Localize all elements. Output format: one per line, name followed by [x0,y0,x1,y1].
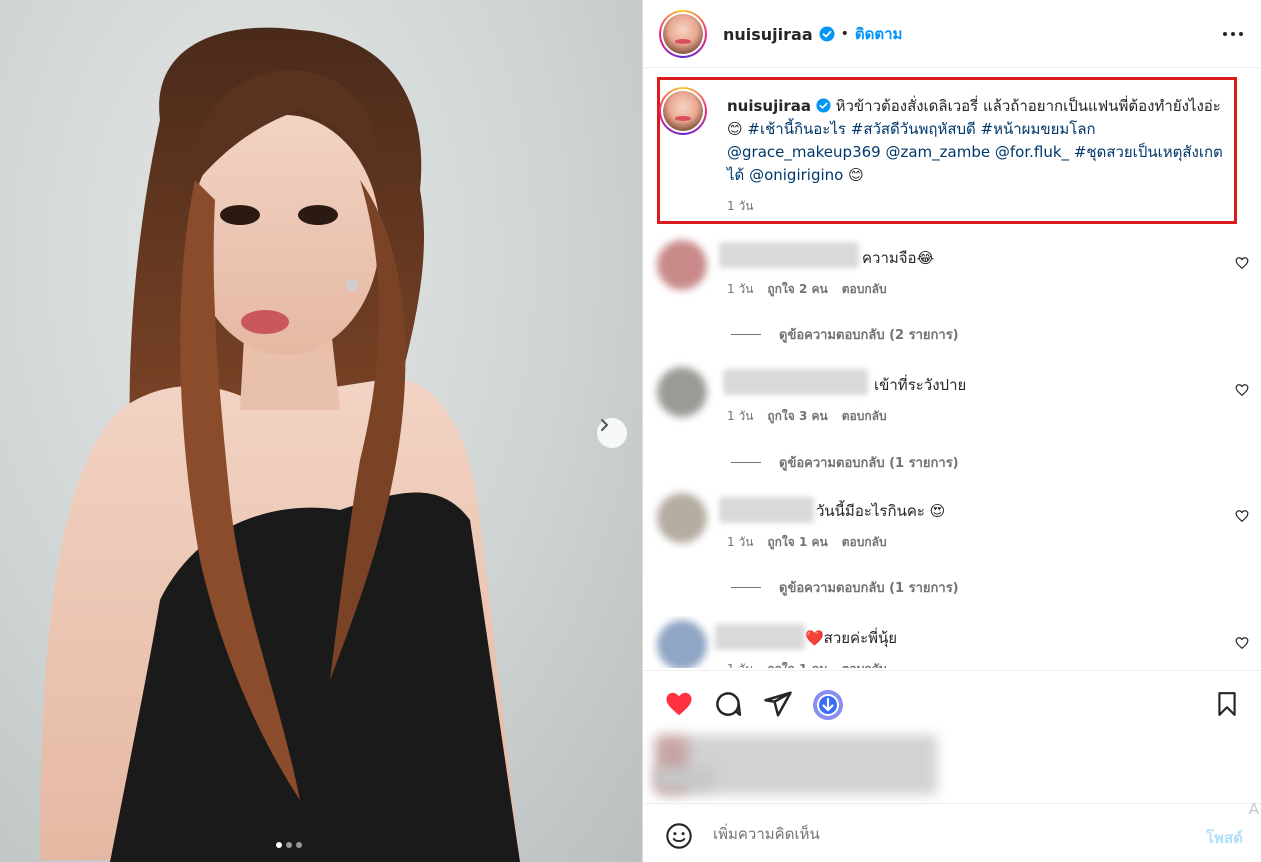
chevron-right-icon [601,419,609,431]
heart-icon[interactable] [1235,636,1249,650]
follow-button[interactable]: ติดตาม [855,22,903,46]
commenter-name-blurred[interactable] [719,242,859,268]
post-photo[interactable] [0,0,642,862]
comment-likes[interactable]: ถูกใจ 1 คน [767,533,827,552]
comment-meta: 1 วัน ถูกใจ 1 คน ตอบกลับ [727,660,887,668]
view-replies-button[interactable]: ดูข้อความตอบกลับ (1 รายการ) [731,452,959,473]
heart-icon[interactable] [663,689,695,719]
carousel-dot-active [276,842,282,848]
comment-time: 1 วัน [727,660,753,668]
carousel-dot [286,842,292,848]
post-comment-button[interactable]: โพสต์ [1206,826,1261,850]
comment-likes[interactable]: ถูกใจ 3 คน [767,407,827,426]
comment-meta: 1 วัน ถูกใจ 3 คน ตอบกลับ [727,407,887,426]
emoji-icon[interactable] [665,822,693,850]
commenter-name-blurred[interactable] [715,624,805,650]
hashtag[interactable]: #หน้าผมขยมโลก [981,120,1096,138]
carousel-dots [276,842,302,848]
reply-button[interactable]: ตอบกลับ [842,533,887,552]
mention[interactable]: @onigirigino [749,166,843,184]
commenter-avatar[interactable] [657,620,707,668]
comment-likes[interactable]: ถูกใจ 1 คน [767,660,827,668]
comment-item: ❤️สวยค่ะพี่นุ้ย 1 วัน ถูกใจ 1 คน ตอบกลับ [643,616,1261,668]
commenter-name-blurred[interactable] [723,369,868,395]
commenter-avatar[interactable] [657,240,707,290]
download-icon[interactable] [812,689,844,721]
comment-text: วันนี้มีอะไรกินคะ 😍 [816,502,946,520]
author-username[interactable]: nuisujiraa [723,25,813,44]
mention[interactable]: @zam_zambe [885,143,990,161]
comment-icon[interactable] [713,689,743,719]
reply-button[interactable]: ตอบกลับ [842,280,887,299]
hashtag[interactable]: #สวัสดีวันพฤหัสบดี [851,120,976,138]
header-separator: • [840,26,849,42]
post-actions [643,670,1261,734]
share-icon[interactable] [763,689,793,719]
heart-icon[interactable] [1235,509,1249,523]
reply-button[interactable]: ตอบกลับ [842,660,887,668]
cropped-edge-text: A [1248,800,1259,818]
mention[interactable]: @for.fluk_ [995,143,1069,161]
commenter-avatar[interactable] [657,367,707,417]
photo-illustration [40,27,520,862]
comment-input[interactable] [713,820,1183,848]
commenter-name-blurred[interactable] [719,497,814,523]
author-avatar[interactable] [659,10,707,58]
more-icon[interactable] [1222,22,1244,46]
mention[interactable]: @grace_makeup369 [727,143,881,161]
reply-button[interactable]: ตอบกลับ [842,407,887,426]
comment-likes[interactable]: ถูกใจ 2 คน [767,280,827,299]
caption-author-avatar[interactable] [659,87,707,135]
post-side-panel: nuisujiraa • ติดตาม nuisujiraa หิวข้าวต้… [642,0,1261,862]
hashtag[interactable]: #เช้านี้กินอะไร [747,120,846,138]
save-icon[interactable] [1214,689,1240,719]
comment-meta: 1 วัน ถูกใจ 2 คน ตอบกลับ [727,280,887,299]
heart-icon[interactable] [1235,383,1249,397]
comment-text: ❤️สวยค่ะพี่นุ้ย [805,629,898,647]
view-replies-button[interactable]: ดูข้อความตอบกลับ (1 รายการ) [731,577,959,598]
comment-time: 1 วัน [727,282,754,296]
heart-icon[interactable] [1235,256,1249,270]
verified-icon [816,98,831,113]
verified-icon [819,26,835,42]
comment-text: ความจือ😂 [862,249,935,267]
caption-username[interactable]: nuisujiraa [727,97,811,115]
post-date-blurred [655,767,715,789]
comment-time: 1 วัน [727,535,754,549]
next-photo-button[interactable] [597,418,627,448]
commenter-avatar[interactable] [657,493,707,543]
carousel-dot [296,842,302,848]
likes-summary-blurred[interactable] [655,735,1125,795]
comment-meta: 1 วัน ถูกใจ 1 คน ตอบกลับ [727,533,887,552]
instagram-post-view: nuisujiraa • ติดตาม nuisujiraa หิวข้าวต้… [0,0,1261,862]
post-header: nuisujiraa • ติดตาม [643,0,1261,68]
caption-emoji: 😊 [848,166,864,184]
view-replies-button[interactable]: ดูข้อความตอบกลับ (2 รายการ) [731,324,959,345]
post-caption: nuisujiraa หิวข้าวต้องสั่งเดลิเวอรี่ แล้… [727,95,1237,218]
caption-time: 1 วัน [727,199,754,213]
comment-text: เข้าที่ระวังปาย [874,376,967,394]
comment-composer: โพสต์ [643,803,1261,862]
comment-time: 1 วัน [727,409,754,423]
